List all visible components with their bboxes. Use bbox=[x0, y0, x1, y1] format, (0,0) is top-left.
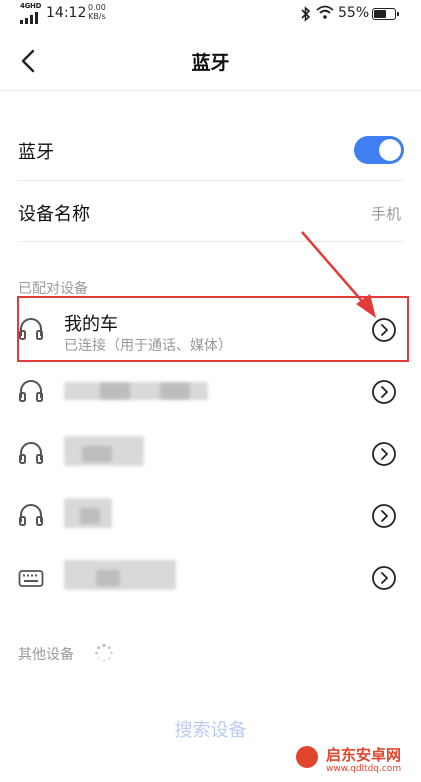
annotation-arrow-icon bbox=[301, 231, 376, 318]
watermark-name: 启东安卓网 bbox=[326, 746, 402, 764]
blurred-device-name bbox=[100, 383, 130, 399]
headphones-icon bbox=[19, 442, 43, 464]
loading-spinner-icon bbox=[95, 643, 113, 662]
status-bar: 4GHD 14:12 0.00 KB/s 55% bbox=[0, 0, 421, 28]
blurred-device-name bbox=[80, 508, 100, 524]
network-speed: 0.00 KB/s bbox=[88, 3, 106, 21]
paired-device-row[interactable] bbox=[0, 486, 421, 546]
page-title: 蓝牙 bbox=[191, 52, 230, 74]
device-name-value[interactable]: 手机 bbox=[371, 203, 401, 224]
header-divider bbox=[0, 90, 421, 91]
blurred-device-name bbox=[82, 446, 112, 462]
bluetooth-label: 蓝牙 bbox=[18, 142, 54, 163]
battery-percent: 55% bbox=[338, 5, 370, 21]
headphones-icon bbox=[19, 380, 43, 402]
battery-icon bbox=[372, 8, 399, 20]
search-devices-button[interactable]: 搜索设备 bbox=[0, 716, 421, 742]
paired-device-row[interactable] bbox=[0, 424, 421, 484]
speed-unit: KB/s bbox=[88, 12, 106, 21]
headphones-icon bbox=[19, 504, 43, 526]
paired-device-row[interactable] bbox=[0, 548, 421, 608]
device-detail-chevron-icon[interactable] bbox=[371, 503, 397, 529]
blurred-device-name bbox=[96, 570, 120, 586]
bluetooth-toggle[interactable] bbox=[354, 136, 404, 164]
signal-bars-icon bbox=[20, 12, 42, 24]
keyboard-icon bbox=[18, 570, 44, 587]
row-divider bbox=[18, 180, 403, 181]
device-name-label[interactable]: 设备名称 bbox=[18, 200, 90, 226]
other-devices-header: 其他设备 bbox=[18, 647, 74, 663]
device-detail-chevron-icon[interactable] bbox=[371, 379, 397, 405]
paired-devices-header: 已配对设备 bbox=[18, 281, 88, 297]
watermark-logo-icon bbox=[296, 746, 318, 768]
wifi-icon bbox=[316, 5, 334, 19]
blurred-device-name bbox=[64, 560, 176, 590]
device-detail-chevron-icon[interactable] bbox=[371, 565, 397, 591]
blurred-device-name bbox=[160, 383, 190, 399]
paired-device-row[interactable] bbox=[0, 362, 421, 422]
speed-value: 0.00 bbox=[88, 3, 106, 12]
status-time: 14:12 bbox=[46, 5, 87, 21]
bluetooth-status-icon bbox=[301, 6, 311, 22]
toggle-knob bbox=[379, 139, 401, 161]
network-type: 4GHD bbox=[20, 2, 42, 10]
device-detail-chevron-icon[interactable] bbox=[371, 441, 397, 467]
watermark-url: www.qdltdq.com bbox=[326, 764, 402, 774]
